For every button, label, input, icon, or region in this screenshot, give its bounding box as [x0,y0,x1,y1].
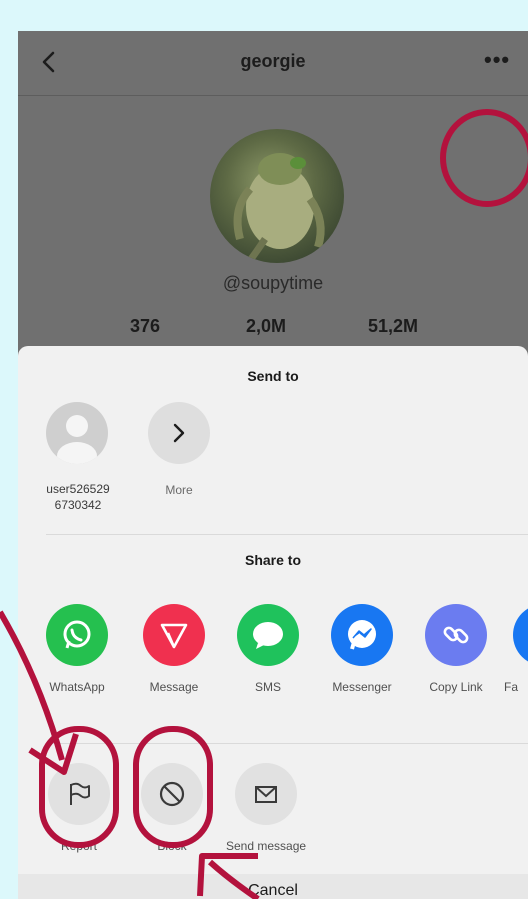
flag-icon [48,763,110,825]
contact-avatar[interactable] [46,402,108,464]
default-avatar-icon [57,415,97,464]
more-label: More [165,483,193,497]
cancel-label: Cancel [248,882,298,899]
cancel-button[interactable]: Cancel [18,874,528,899]
followers-count[interactable]: 2,0M [246,316,286,337]
share-message[interactable]: Message [134,604,214,694]
more-options-icon[interactable]: ••• [484,47,510,73]
action-label: Report [60,839,98,853]
share-copy-link[interactable]: Copy Link [416,604,496,694]
share-label: Message [149,680,199,694]
profile-stats: 376 2,0M 51,2M [18,316,528,346]
action-label: Send message [226,839,307,853]
contact-name[interactable]: user526529 6730342 [28,481,128,513]
share-label: Copy Link [429,680,483,694]
section-divider [46,743,528,744]
frog-picture [233,153,325,263]
section-divider [46,534,528,535]
report-button[interactable]: Report [39,763,119,853]
send-message-button[interactable]: Send message [226,763,306,853]
facebook-icon [513,604,528,666]
top-bar: georgie ••• [18,31,528,95]
action-label: Block [157,839,187,853]
whatsapp-icon [46,604,108,666]
paper-plane-icon [143,604,205,666]
share-label: Messenger [332,680,392,694]
send-to-heading: Send to [247,368,299,384]
page-title: georgie [240,51,306,71]
share-label: SMS [254,680,281,694]
envelope-icon [235,763,297,825]
share-to-heading: Share to [244,552,301,568]
following-count[interactable]: 376 [130,316,160,337]
profile-avatar[interactable] [210,129,344,263]
likes-count: 51,2M [368,316,419,336]
share-messenger[interactable]: Messenger [322,604,402,694]
share-facebook[interactable]: Fa [500,604,528,694]
messenger-icon [331,604,393,666]
share-sheet: Send to user526529 6730342 More Share to [18,346,528,899]
share-sms[interactable]: SMS [228,604,308,694]
link-icon [425,604,487,666]
profile-handle: @soupytime [222,273,324,293]
contact-name-text: user526529 6730342 [46,482,110,512]
block-button[interactable]: Block [132,763,212,853]
share-label: WhatsApp [49,680,105,694]
share-whatsapp[interactable]: WhatsApp [37,604,117,694]
block-icon [141,763,203,825]
more-contacts-button[interactable] [148,402,210,464]
header-divider [18,95,528,96]
chevron-right-icon [173,423,185,443]
phone-screen: georgie ••• @soupytime 376 2,0M 51,2M Se… [18,31,528,899]
share-label: Fa [504,680,519,694]
speech-bubble-icon [237,604,299,666]
